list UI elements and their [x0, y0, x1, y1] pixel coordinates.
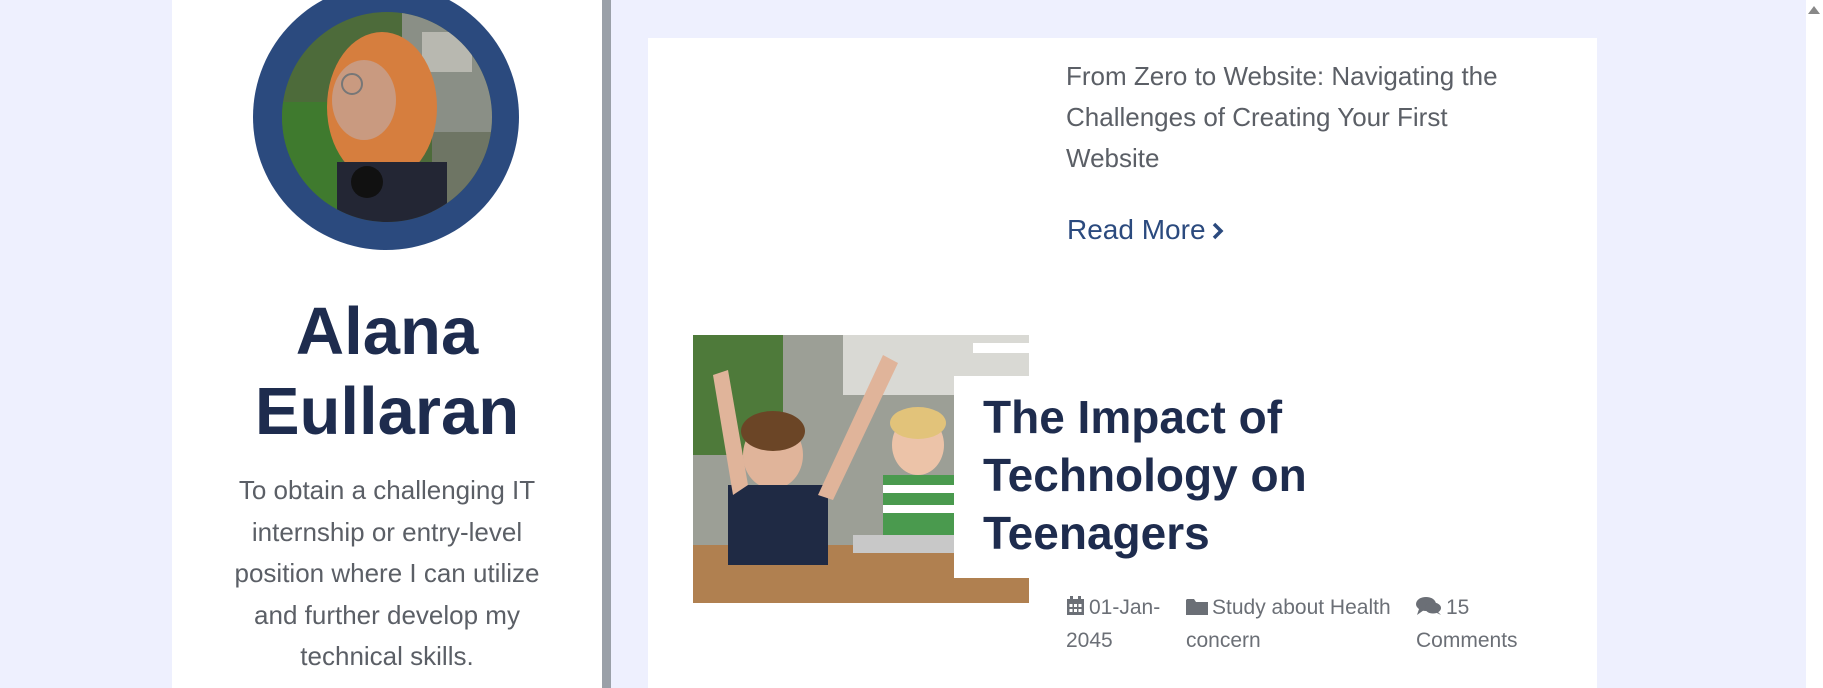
post-category[interactable]: Study about Health concern [1186, 591, 1416, 657]
profile-objective: To obtain a challenging IT internship or… [234, 475, 540, 671]
read-more-link[interactable]: Read More [1067, 210, 1224, 252]
profile-name-line1: Alana [295, 294, 479, 369]
post-comments[interactable]: 15 Comments [1416, 591, 1546, 657]
scrollbar[interactable] [1806, 0, 1823, 688]
post-title[interactable]: From Zero to Website: Navigating the Cha… [1066, 56, 1546, 179]
read-more-label: Read More [1067, 214, 1206, 245]
profile-name-line2: Eullaran [254, 374, 520, 449]
calendar-icon [1067, 596, 1084, 615]
comments-icon [1416, 597, 1441, 615]
chevron-right-icon [1212, 212, 1224, 252]
post-title[interactable]: The Impact of Technology on Teenagers [983, 388, 1383, 562]
profile-name: Alana Eullaran [172, 292, 602, 452]
folder-icon [1186, 599, 1208, 615]
scroll-up-arrow-icon[interactable] [1808, 6, 1820, 14]
avatar [282, 12, 492, 222]
post-date: 01-Jan-2045 [1066, 591, 1186, 657]
post-category-value: Study about Health concern [1186, 596, 1391, 652]
sidebar-divider [602, 0, 611, 688]
